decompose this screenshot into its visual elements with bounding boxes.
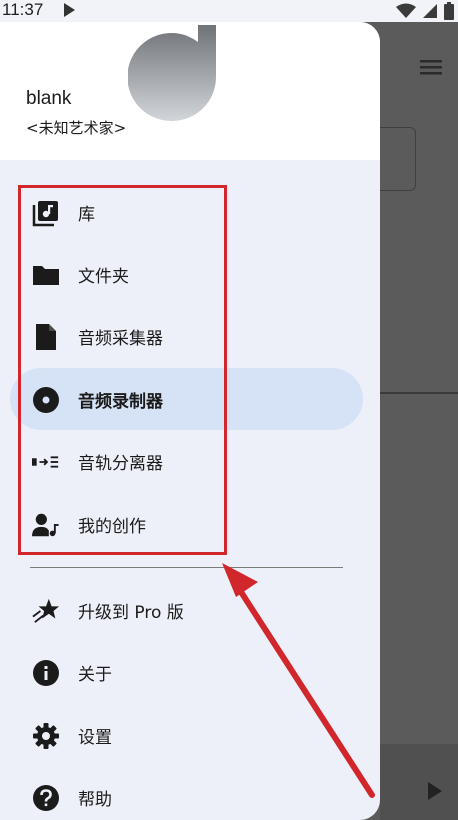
drawer-header: blank <未知艺术家> (0, 22, 380, 160)
background-field (380, 127, 416, 191)
drawer-divider (30, 567, 343, 568)
artist-name: blank (26, 88, 72, 109)
nav-item-label: 关于 (78, 664, 112, 685)
artist-subtitle: <未知艺术家> (26, 119, 127, 137)
nav-item-settings[interactable]: 设置 (10, 704, 363, 766)
background-divider (380, 392, 458, 394)
battery-icon (444, 2, 454, 20)
nav-item-label: 设置 (78, 727, 112, 748)
status-icons (396, 2, 454, 20)
media-playing-icon (64, 3, 75, 17)
gear-icon (32, 722, 60, 750)
background-player-bar (380, 744, 458, 820)
help-icon (32, 784, 60, 812)
nav-item-help[interactable]: 帮助 (10, 766, 363, 820)
annotation-highlight-box (18, 185, 227, 555)
wifi-icon (396, 3, 416, 18)
star-upgrade-icon (32, 597, 60, 625)
nav-item-label: 帮助 (78, 789, 112, 810)
nav-item-upgrade-pro[interactable]: 升级到 Pro 版 (10, 579, 363, 641)
app-logo-icon (128, 25, 216, 121)
nav-item-label: 升级到 Pro 版 (78, 602, 184, 623)
play-icon (428, 782, 442, 800)
signal-icon (423, 4, 437, 18)
status-bar: 11:37 (0, 0, 458, 22)
nav-item-about[interactable]: 关于 (10, 641, 363, 703)
status-time: 11:37 (2, 0, 44, 19)
info-icon (32, 659, 60, 687)
menu-lines-icon (420, 60, 442, 75)
